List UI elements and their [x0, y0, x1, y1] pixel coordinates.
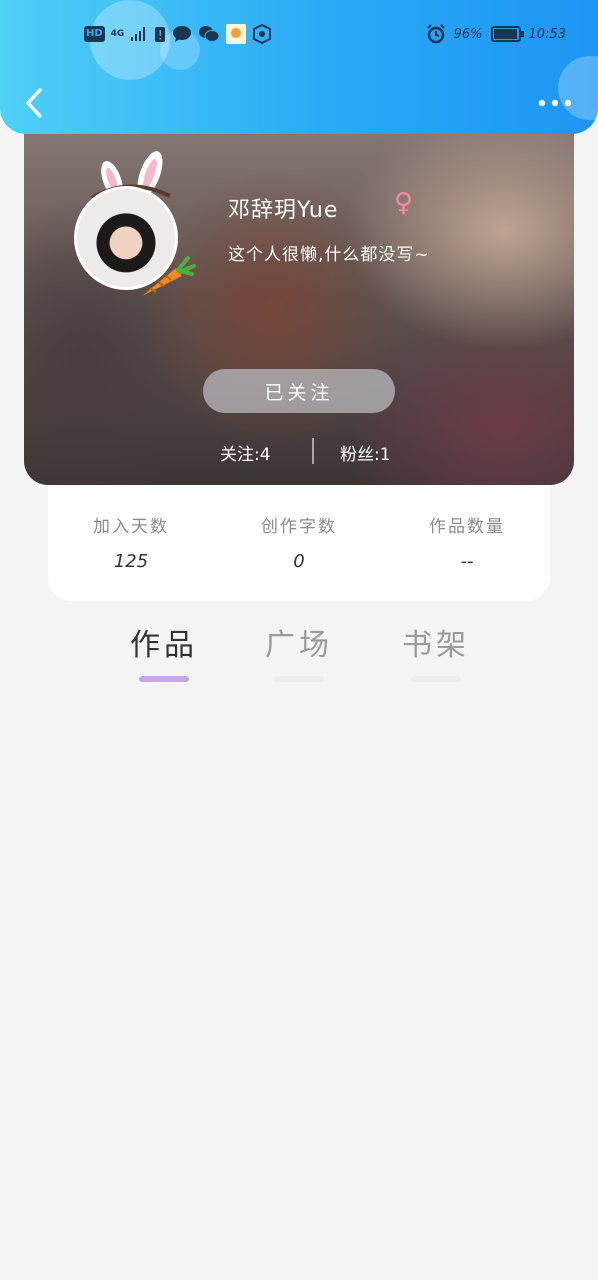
tab-works[interactable]: 作品 [114, 620, 214, 682]
join-days-stat: 加入天数 125 [56, 512, 206, 572]
stat-label: 加入天数 [93, 517, 169, 537]
tab-label: 作品 [130, 628, 198, 663]
carrot-icon [142, 256, 196, 296]
stats-divider [312, 438, 314, 464]
stat-value: -- [460, 551, 474, 572]
profile-page: HD 4G 96% 10:53 邓辞玥Yue ♀ 这个人很懒,什么都没写~ 已关… [0, 0, 598, 1280]
stat-value: 125 [113, 551, 149, 572]
tab-indicator [139, 676, 189, 682]
alarm-icon [426, 24, 445, 44]
following-count[interactable]: 关注:4 [220, 440, 271, 465]
works-count-stat: 作品数量 -- [392, 512, 542, 572]
info-card: 加入天数 125 创作字数 0 作品数量 -- [48, 478, 550, 601]
status-bar: HD 4G 96% 10:53 [0, 20, 598, 50]
chat-bubble-icon [173, 26, 192, 42]
battery-icon [490, 26, 524, 42]
avatar-container [74, 150, 196, 300]
wechat-icon [199, 26, 220, 42]
battery-alert-icon [155, 27, 166, 42]
word-count-stat: 创作字数 0 [224, 512, 374, 572]
chevron-left-icon[interactable] [20, 86, 48, 120]
more-dots-icon[interactable] [538, 94, 572, 112]
bio-text: 这个人很懒,什么都没写~ [228, 245, 430, 265]
stat-label: 作品数量 [429, 517, 505, 537]
battery-percent: 96% [453, 26, 483, 42]
app-icon [226, 24, 247, 44]
stat-value: 0 [293, 551, 305, 572]
follow-stats: 关注:4 粉丝:1 [24, 438, 574, 468]
tab-bookshelf[interactable]: 书架 [386, 620, 486, 682]
network-type-label: 4G [110, 29, 125, 39]
stat-label: 创作字数 [261, 517, 337, 537]
hd-badge: HD [84, 26, 105, 42]
tab-label: 广场 [265, 628, 333, 663]
status-bar-left: HD 4G [84, 24, 272, 44]
status-time: 10:53 [528, 26, 566, 42]
shield-app-icon [253, 24, 272, 44]
battery-fill [493, 29, 517, 39]
signal-icon [131, 27, 146, 41]
content-tabs: 作品 广场 书架 [0, 620, 598, 690]
nickname: 邓辞玥Yue [228, 198, 339, 223]
profile-card: 邓辞玥Yue ♀ 这个人很懒,什么都没写~ 已关注 关注:4 粉丝:1 [24, 110, 574, 485]
tab-square[interactable]: 广场 [249, 620, 349, 682]
app-header: HD 4G 96% 10:53 [0, 0, 598, 134]
tab-indicator [411, 676, 461, 682]
status-bar-right: 96% 10:53 [426, 24, 566, 44]
tab-indicator [274, 676, 324, 682]
female-gender-icon: ♀ [394, 188, 414, 218]
followed-button[interactable]: 已关注 [203, 369, 395, 413]
fans-count[interactable]: 粉丝:1 [340, 440, 391, 465]
tab-label: 书架 [402, 628, 470, 663]
